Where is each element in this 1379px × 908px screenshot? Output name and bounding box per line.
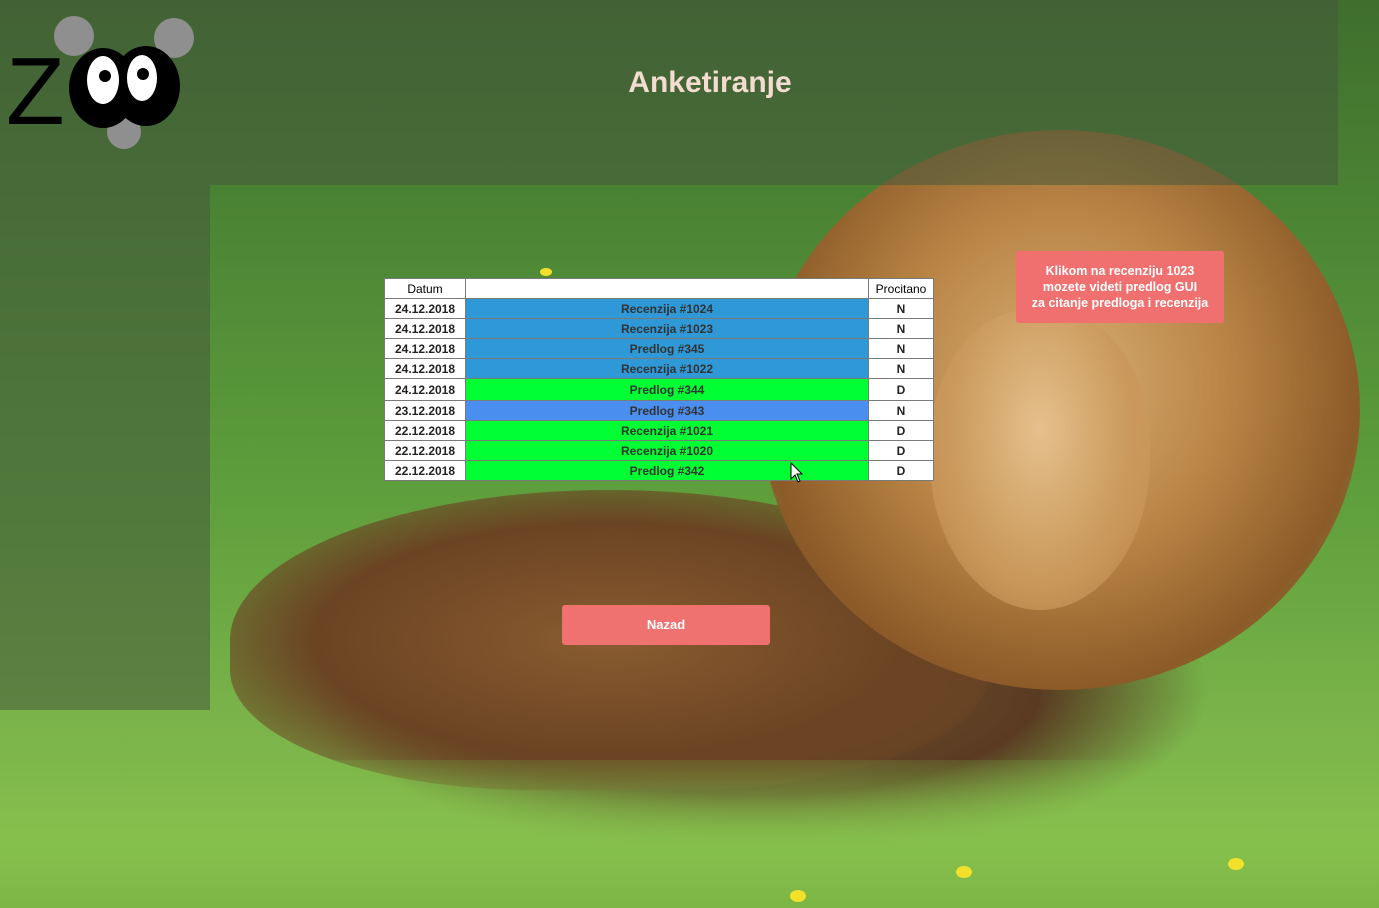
row-item-link[interactable]: Recenzija #1021 bbox=[465, 420, 869, 441]
back-button[interactable]: Nazad bbox=[562, 605, 770, 645]
flower bbox=[956, 866, 972, 878]
column-header-name bbox=[465, 278, 869, 299]
row-item-link[interactable]: Predlog #343 bbox=[465, 400, 869, 421]
row-item-link[interactable]: Recenzija #1023 bbox=[465, 318, 869, 339]
zoo-logo-icon: Z bbox=[6, 16, 194, 149]
row-date: 24.12.2018 bbox=[384, 338, 466, 359]
row-date: 23.12.2018 bbox=[384, 400, 466, 421]
table-header-row: Datum Procitano bbox=[384, 278, 934, 299]
row-date: 24.12.2018 bbox=[384, 318, 466, 339]
items-table: Datum Procitano 24.12.2018 Recenzija #10… bbox=[384, 278, 934, 481]
grass-foreground bbox=[0, 760, 1379, 908]
row-item-link[interactable]: Recenzija #1020 bbox=[465, 440, 869, 461]
row-date: 24.12.2018 bbox=[384, 358, 466, 379]
page-title: Anketiranje bbox=[628, 66, 792, 99]
row-item-link[interactable]: Recenzija #1024 bbox=[465, 298, 869, 319]
row-read-status: N bbox=[868, 318, 934, 339]
lion-face bbox=[930, 310, 1150, 610]
flower bbox=[790, 890, 806, 902]
row-read-status: D bbox=[868, 378, 934, 401]
hint-line: mozete videti predlog GUI bbox=[1042, 280, 1198, 294]
logo-letter: Z bbox=[6, 38, 65, 145]
row-date: 22.12.2018 bbox=[384, 420, 466, 441]
zoo-logo[interactable]: Z bbox=[6, 16, 198, 150]
table-row[interactable]: 22.12.2018 Predlog #342 D bbox=[384, 460, 934, 481]
table-row[interactable]: 24.12.2018 Predlog #345 N bbox=[384, 338, 934, 359]
table-row[interactable]: 22.12.2018 Recenzija #1021 D bbox=[384, 420, 934, 441]
row-date: 24.12.2018 bbox=[384, 298, 466, 319]
row-date: 22.12.2018 bbox=[384, 460, 466, 481]
hint-line: Klikom na recenziju 1023 bbox=[1045, 264, 1195, 278]
table-row[interactable]: 24.12.2018 Recenzija #1024 N bbox=[384, 298, 934, 319]
table-row[interactable]: 23.12.2018 Predlog #343 N bbox=[384, 400, 934, 421]
table-row[interactable]: 24.12.2018 Predlog #344 D bbox=[384, 378, 934, 401]
row-date: 22.12.2018 bbox=[384, 440, 466, 461]
row-read-status: N bbox=[868, 400, 934, 421]
sidebar-overlay bbox=[0, 185, 210, 710]
table-row[interactable]: 24.12.2018 Recenzija #1022 N bbox=[384, 358, 934, 379]
hint-line: za citanje predloga i recenzija bbox=[1031, 296, 1209, 310]
hint-note: Klikom na recenziju 1023 mozete videti p… bbox=[1016, 251, 1224, 323]
row-read-status: D bbox=[868, 440, 934, 461]
column-header-read: Procitano bbox=[868, 278, 934, 299]
column-header-date: Datum bbox=[384, 278, 466, 299]
row-read-status: N bbox=[868, 298, 934, 319]
row-read-status: N bbox=[868, 338, 934, 359]
row-item-link[interactable]: Predlog #342 bbox=[465, 460, 869, 481]
row-item-link[interactable]: Recenzija #1022 bbox=[465, 358, 869, 379]
flower bbox=[1228, 858, 1244, 870]
row-read-status: D bbox=[868, 420, 934, 441]
row-date: 24.12.2018 bbox=[384, 378, 466, 401]
table-row[interactable]: 24.12.2018 Recenzija #1023 N bbox=[384, 318, 934, 339]
row-item-link[interactable]: Predlog #345 bbox=[465, 338, 869, 359]
flower bbox=[540, 268, 552, 276]
row-read-status: N bbox=[868, 358, 934, 379]
row-item-link[interactable]: Predlog #344 bbox=[465, 378, 869, 401]
table-row[interactable]: 22.12.2018 Recenzija #1020 D bbox=[384, 440, 934, 461]
row-read-status: D bbox=[868, 460, 934, 481]
mouse-cursor-icon bbox=[790, 462, 804, 483]
